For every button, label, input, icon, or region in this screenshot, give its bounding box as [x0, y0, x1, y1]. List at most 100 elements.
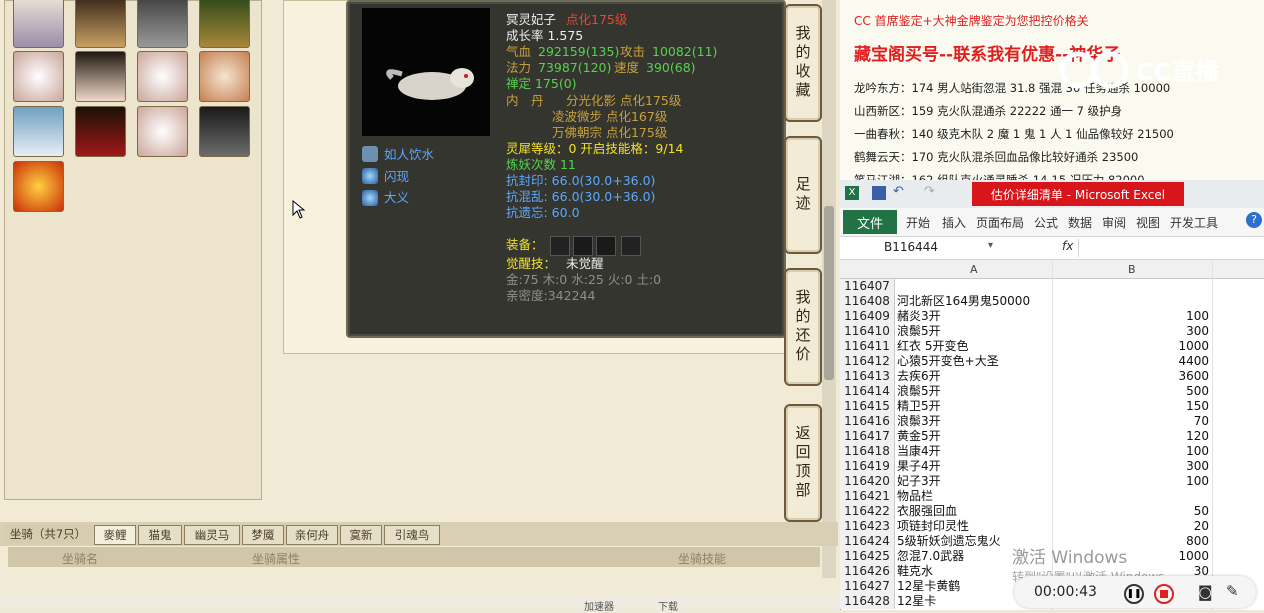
cell-a[interactable]: 去疾6开 [897, 369, 941, 384]
pet-avatar[interactable] [13, 0, 64, 48]
camera-icon[interactable]: ◙ [1198, 583, 1213, 601]
table-row[interactable]: 116418 当康4开 100 [840, 444, 1264, 459]
ribbon-tab[interactable]: 开发工具 [1170, 214, 1218, 231]
row-number[interactable]: 116417 [840, 429, 895, 444]
cell-b[interactable]: 150 [1054, 399, 1209, 414]
row-number[interactable]: 116427 [840, 579, 895, 594]
skill-icon[interactable] [362, 190, 378, 206]
cell-a[interactable]: 赭炎3开 [897, 309, 941, 324]
row-number[interactable]: 116413 [840, 369, 895, 384]
row-number[interactable]: 116420 [840, 474, 895, 489]
ribbon-tab[interactable]: 插入 [942, 214, 966, 231]
table-row[interactable]: 116416 浪鬃3开 70 [840, 414, 1264, 429]
pet-avatar[interactable] [199, 51, 250, 102]
table-row[interactable]: 116422 衣服强回血 50 [840, 504, 1264, 519]
row-number[interactable]: 116409 [840, 309, 895, 324]
name-box-dropdown-icon[interactable]: ▾ [988, 240, 993, 251]
cell-b[interactable]: 120 [1054, 429, 1209, 444]
save-icon[interactable] [872, 186, 886, 200]
ribbon-tab[interactable]: 公式 [1034, 214, 1058, 231]
cell-a[interactable]: 浪鬃3开 [897, 414, 941, 429]
column-header-b[interactable]: B [1128, 263, 1136, 276]
pen-icon[interactable]: ✎ [1226, 582, 1239, 600]
name-box[interactable]: B116444 [884, 240, 938, 254]
cell-b[interactable]: 50 [1054, 504, 1209, 519]
ribbon-tab[interactable]: 视图 [1136, 214, 1160, 231]
tab-mount[interactable]: 引魂鸟 [384, 525, 440, 545]
table-row[interactable]: 116420 妃子3开 100 [840, 474, 1264, 489]
row-number[interactable]: 116419 [840, 459, 895, 474]
cell-a[interactable]: 忽混7.0武器 [897, 549, 964, 564]
equip-slot[interactable] [596, 236, 616, 256]
cell-b[interactable]: 500 [1054, 384, 1209, 399]
cell-b[interactable]: 1000 [1054, 339, 1209, 354]
cell-a[interactable]: 心猿5开变色+大圣 [897, 354, 999, 369]
cell-b[interactable]: 100 [1054, 309, 1209, 324]
pet-avatar[interactable] [13, 106, 64, 157]
row-number[interactable]: 116426 [840, 564, 895, 579]
row-number[interactable]: 116422 [840, 504, 895, 519]
pet-avatar[interactable] [137, 51, 188, 102]
table-row[interactable]: 116410 浪鬃5开 300 [840, 324, 1264, 339]
cell-a[interactable]: 12星卡黄鹤 [897, 579, 960, 594]
my-favorites-button[interactable]: 我的收藏 [784, 4, 822, 122]
column-header-a[interactable]: A [970, 263, 978, 276]
footprint-button[interactable]: 足迹 [784, 136, 822, 254]
ribbon-tab[interactable]: 数据 [1068, 214, 1092, 231]
my-counteroffer-button[interactable]: 我的还价 [784, 268, 822, 386]
redo-icon[interactable]: ↷ [924, 184, 935, 199]
table-row[interactable]: 116415 精卫5开 150 [840, 399, 1264, 414]
row-number[interactable]: 116411 [840, 339, 895, 354]
pet-avatar[interactable] [13, 51, 64, 102]
tab-mount[interactable]: 梦魇 [242, 525, 284, 545]
cell-a[interactable]: 精卫5开 [897, 399, 941, 414]
skill-icon[interactable] [362, 168, 378, 184]
cell-a[interactable]: 衣服强回血 [897, 504, 957, 519]
ribbon-tab[interactable]: 页面布局 [976, 214, 1024, 231]
row-number[interactable]: 116412 [840, 354, 895, 369]
skill-icon[interactable] [362, 146, 378, 162]
pet-avatar[interactable] [75, 0, 126, 48]
cell-a[interactable]: 12星卡 [897, 594, 936, 609]
cell-a[interactable]: 果子4开 [897, 459, 941, 474]
cell-b[interactable]: 300 [1054, 324, 1209, 339]
pet-avatar[interactable] [13, 161, 64, 212]
cell-b[interactable]: 100 [1054, 474, 1209, 489]
undo-icon[interactable]: ↶ [893, 184, 904, 199]
tab-mount[interactable]: 亲何舟 [286, 525, 338, 545]
table-row[interactable]: 116421 物品栏 [840, 489, 1264, 504]
tab-mount[interactable]: 麥鲤 [94, 525, 136, 545]
equip-slot[interactable] [573, 236, 593, 256]
cell-a[interactable]: 项链封印灵性 [897, 519, 969, 534]
accelerator-label[interactable]: 加速器 [584, 598, 614, 613]
row-number[interactable]: 116416 [840, 414, 895, 429]
table-row[interactable]: 116417 黄金5开 120 [840, 429, 1264, 444]
skill-name[interactable]: 闪现 [384, 169, 409, 185]
row-number[interactable]: 116407 [840, 279, 895, 294]
cell-a[interactable]: 物品栏 [897, 489, 933, 504]
row-number[interactable]: 116418 [840, 444, 895, 459]
tab-mount[interactable]: 寞新 [340, 525, 382, 545]
table-row[interactable]: 116409 赭炎3开 100 [840, 309, 1264, 324]
table-row[interactable]: 116413 去疾6开 3600 [840, 369, 1264, 384]
row-number[interactable]: 116423 [840, 519, 895, 534]
skill-name[interactable]: 如人饮水 [384, 147, 434, 163]
pet-avatar[interactable] [75, 106, 126, 157]
cell-b[interactable]: 70 [1054, 414, 1209, 429]
help-icon[interactable]: ? [1246, 212, 1262, 228]
cell-a[interactable]: 鞋克水 [897, 564, 933, 579]
cell-a[interactable]: 河北新区164男鬼50000 [897, 294, 1030, 309]
back-to-top-button[interactable]: 返回顶部 [784, 404, 822, 522]
row-number[interactable]: 116408 [840, 294, 895, 309]
cell-a[interactable]: 红衣 5开变色 [897, 339, 968, 354]
tab-mount[interactable]: 猫鬼 [138, 525, 182, 545]
row-number[interactable]: 116425 [840, 549, 895, 564]
download-label[interactable]: 下载 [658, 598, 678, 613]
cell-b[interactable]: 3600 [1054, 369, 1209, 384]
file-tab[interactable]: 文件 [843, 210, 897, 234]
equip-slot[interactable] [621, 236, 641, 256]
table-row[interactable]: 116408 河北新区164男鬼50000 [840, 294, 1264, 309]
pet-avatar[interactable] [137, 106, 188, 157]
table-row[interactable]: 116423 项链封印灵性 20 [840, 519, 1264, 534]
pet-avatar[interactable] [199, 0, 250, 48]
